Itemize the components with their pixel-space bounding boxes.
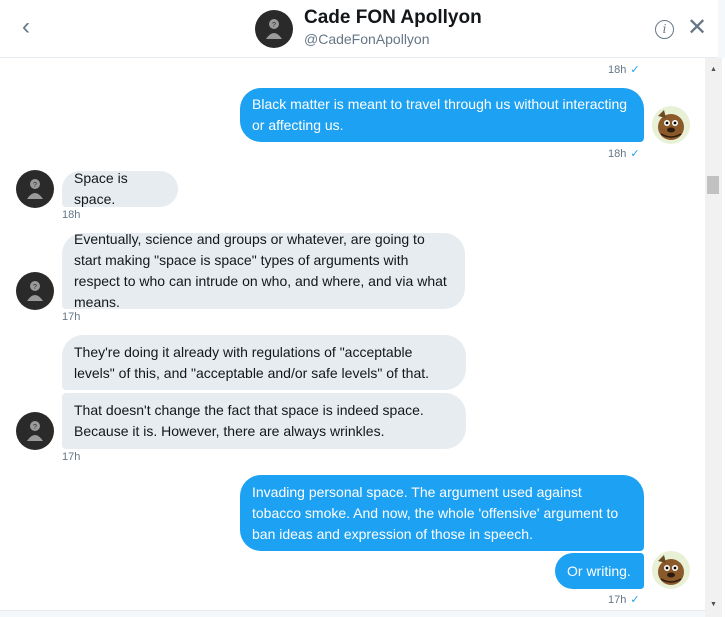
timestamp: 17h: [62, 311, 81, 323]
composer-divider: [0, 610, 705, 617]
svg-text:?: ?: [33, 182, 37, 189]
message-text: That doesn't change the fact that space …: [74, 402, 424, 439]
timestamp: 17h: [62, 451, 81, 463]
contact-name[interactable]: Cade FON Apollyon: [304, 7, 482, 29]
conversation-header: ‹ ? Cade FON Apollyon @CadeFonApollyon i…: [0, 0, 725, 58]
scrollbar-thumb[interactable]: [707, 176, 719, 194]
message-bubble-outgoing[interactable]: Or writing.: [555, 553, 644, 589]
timestamp: 18h ✓: [608, 148, 640, 160]
window-edge: [718, 0, 725, 58]
timestamp: 18h ✓: [608, 64, 640, 76]
message-text: Eventually, science and groups or whatev…: [74, 231, 447, 310]
svg-text:?: ?: [33, 424, 37, 431]
avatar[interactable]: [652, 106, 690, 144]
read-check-icon: ✓: [630, 594, 640, 606]
message-bubble-incoming[interactable]: That doesn't change the fact that space …: [62, 393, 466, 449]
avatar[interactable]: ?: [16, 170, 54, 208]
chevron-left-icon[interactable]: ‹: [14, 14, 38, 40]
scroll-down-arrow-icon[interactable]: ▼: [705, 597, 722, 613]
message-bubble-incoming[interactable]: They're doing it already with regulation…: [62, 335, 466, 390]
message-text: Black matter is meant to travel through …: [252, 96, 628, 133]
message-text: Or writing.: [567, 562, 631, 579]
avatar[interactable]: ?: [16, 272, 54, 310]
svg-text:?: ?: [272, 22, 276, 29]
message-bubble-outgoing[interactable]: Black matter is meant to travel through …: [240, 88, 644, 142]
avatar[interactable]: [652, 551, 690, 589]
timestamp: 18h: [62, 209, 81, 221]
message-bubble-outgoing[interactable]: Invading personal space. The argument us…: [240, 475, 644, 551]
avatar[interactable]: ?: [16, 412, 54, 450]
scrollbar[interactable]: ▲ ▼: [705, 58, 722, 617]
close-icon[interactable]: ✕: [686, 15, 708, 41]
message-text: Invading personal space. The argument us…: [252, 483, 619, 542]
message-text: Space is space.: [74, 170, 128, 207]
svg-text:?: ?: [33, 284, 37, 291]
message-text: They're doing it already with regulation…: [74, 343, 430, 381]
timestamp: 17h ✓: [608, 594, 640, 606]
avatar[interactable]: ?: [255, 10, 293, 48]
message-bubble-incoming[interactable]: Eventually, science and groups or whatev…: [62, 231, 465, 310]
contact-handle: @CadeFonApollyon: [304, 31, 430, 47]
scroll-up-arrow-icon[interactable]: ▲: [705, 62, 722, 78]
message-bubble-incoming[interactable]: Space is space.: [62, 170, 178, 207]
info-icon[interactable]: i: [655, 20, 674, 39]
read-check-icon: ✓: [630, 64, 640, 76]
read-check-icon: ✓: [630, 148, 640, 160]
